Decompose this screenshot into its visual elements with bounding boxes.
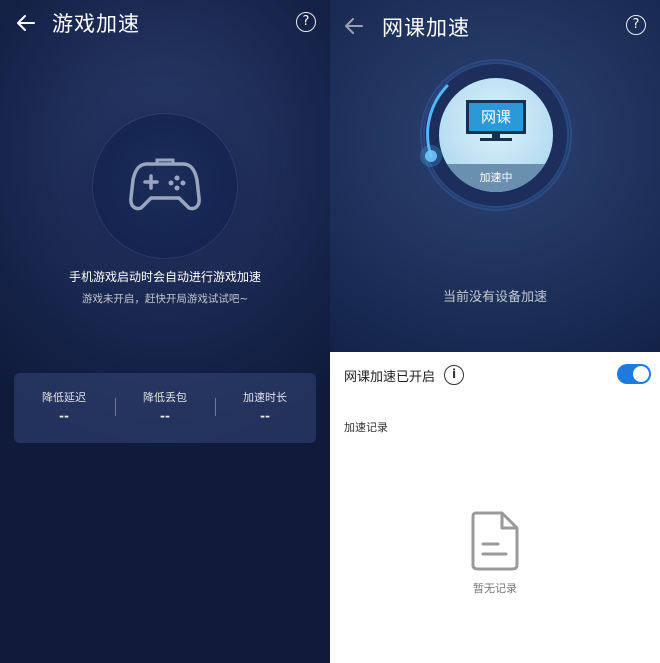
game-acceleration-panel: 游戏加速 ? 手机游戏启动时会自动进行游戏加速 游戏未开启，赶快开局游戏试试吧~… <box>0 0 330 663</box>
status-inner-circle: 网课 加速中 <box>439 78 553 192</box>
acceleration-toggle-row: 网课加速已开启 i <box>330 352 660 400</box>
toggle-knob <box>633 366 649 382</box>
toggle-label: 网课加速已开启 <box>344 370 436 385</box>
top-bar: 游戏加速 ? <box>0 0 330 46</box>
stat-label: 降低延迟 <box>42 391 86 404</box>
monitor-screen: 网课 <box>466 100 526 134</box>
game-sub-message: 游戏未开启，赶快开局游戏试试吧~ <box>81 293 249 305</box>
help-icon[interactable]: ? <box>626 15 646 35</box>
status-band-text: 加速中 <box>479 171 513 184</box>
stat-value: -- <box>260 409 270 423</box>
game-status-circle <box>93 114 237 258</box>
game-message: 手机游戏启动时会自动进行游戏加速 <box>68 270 261 284</box>
info-icon[interactable]: i <box>444 365 464 385</box>
document-icon <box>471 511 519 571</box>
stat-value: -- <box>160 409 170 423</box>
back-arrow-icon[interactable] <box>14 11 38 35</box>
gamepad-icon <box>129 158 201 211</box>
stat-label: 加速时长 <box>243 391 287 404</box>
stat-packet-loss: 降低丢包 -- <box>115 373 215 443</box>
acceleration-status-ring: 网课 加速中 <box>420 59 572 211</box>
help-icon[interactable]: ? <box>296 12 316 32</box>
record-heading: 加速记录 <box>344 421 388 434</box>
empty-record-text: 暂无记录 <box>473 582 517 595</box>
top-bar: 网课加速 ? <box>330 0 660 46</box>
stats-card: 降低延迟 -- 降低丢包 -- 加速时长 -- <box>14 373 316 443</box>
stat-value: -- <box>59 409 69 423</box>
page-title: 游戏加速 <box>52 12 140 36</box>
online-class-acceleration-panel: 网课加速 ? 网课 加速中 当前没有设备加速 网课加速已开启 i 加速记录 暂无… <box>330 0 660 663</box>
no-device-message: 当前没有设备加速 <box>442 290 547 305</box>
status-header: 网课加速 ? 网课 加速中 当前没有设备加速 <box>330 0 660 352</box>
stat-duration: 加速时长 -- <box>215 373 315 443</box>
stat-label: 降低丢包 <box>143 391 187 404</box>
monitor-icon: 网课 <box>466 100 526 142</box>
back-arrow-icon[interactable] <box>342 14 366 38</box>
stat-latency: 降低延迟 -- <box>14 373 114 443</box>
acceleration-toggle[interactable] <box>617 364 651 384</box>
page-title: 网课加速 <box>382 16 470 40</box>
